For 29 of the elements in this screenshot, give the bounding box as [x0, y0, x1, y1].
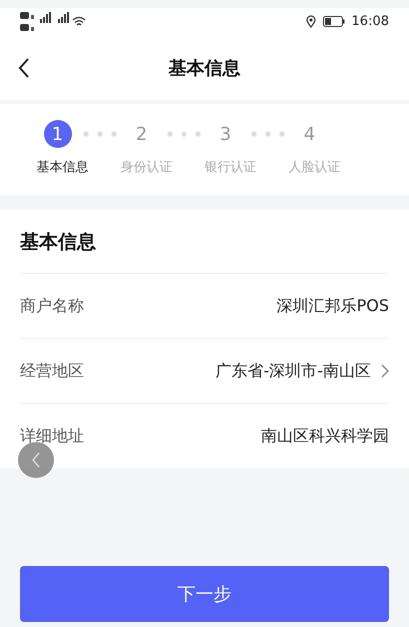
step-label: 银行认证 — [204, 159, 256, 176]
next-step-button[interactable]: 下一步 — [20, 566, 389, 622]
field-value: 深圳汇邦乐POS — [276, 296, 389, 316]
field-value[interactable]: 广东省-深圳市-南山区 — [215, 360, 371, 382]
dots-icon — [250, 131, 284, 137]
chevron-right-icon — [381, 364, 389, 378]
dots-icon — [82, 131, 116, 137]
back-icon[interactable] — [18, 58, 30, 78]
page-title: 基本信息 — [168, 56, 240, 80]
step-number: 2 — [134, 122, 148, 146]
step-number: 4 — [302, 122, 316, 146]
floating-back-button[interactable] — [18, 442, 54, 478]
chevron-left-icon — [31, 452, 41, 468]
step-number: 1 — [44, 120, 72, 148]
clock-time: 16:08 — [352, 14, 389, 29]
dots-icon — [166, 131, 200, 137]
location-icon — [306, 15, 316, 28]
field-label: 经营地区 — [20, 360, 84, 382]
step-label: 人脸认证 — [288, 159, 340, 176]
field-value: 南山区科兴科学园 — [261, 426, 389, 446]
step-label: 身份认证 — [120, 159, 172, 176]
battery-icon — [322, 16, 345, 27]
cellular-signal-icon — [20, 11, 70, 32]
step-number: 3 — [218, 122, 232, 146]
field-label: 商户名称 — [20, 296, 84, 316]
field-label: 详细地址 — [20, 426, 84, 446]
step-label: 基本信息 — [36, 159, 88, 176]
section-title: 基本信息 — [20, 210, 389, 274]
wifi-icon — [72, 16, 86, 28]
